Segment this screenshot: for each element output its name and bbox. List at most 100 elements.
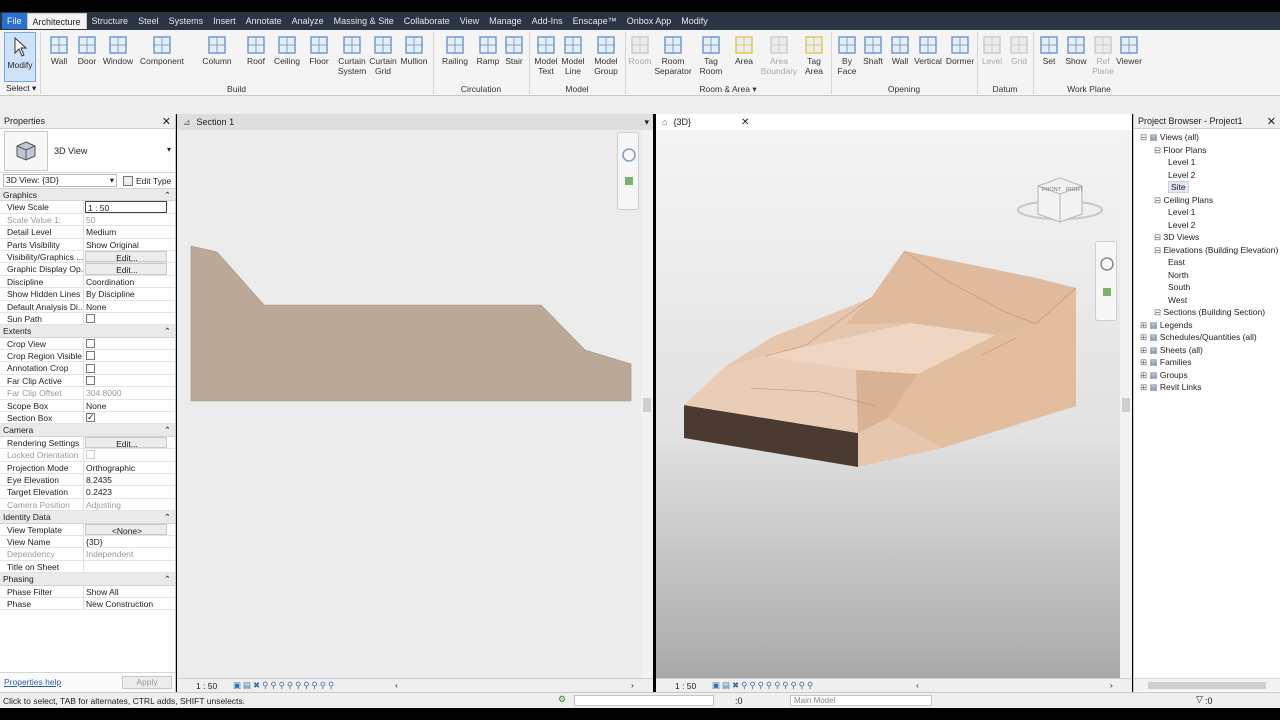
browser-item[interactable]: ⊟ Ceiling Plans <box>1154 195 1213 206</box>
browser-item[interactable]: Level 1 <box>1168 157 1195 167</box>
3d-view[interactable]: ⌂ {3D} ✕ FRONT RIGHT 1: 50 ▣▤✖⚲⚲⚲⚲⚲⚲⚲⚲⚲… <box>656 114 1132 692</box>
property-value[interactable]: Edit... <box>85 436 167 449</box>
component-button[interactable]: Component <box>140 32 184 80</box>
property-value[interactable]: 1 : 50 <box>85 201 167 213</box>
type-selector[interactable]: 3D View ▾ <box>0 129 175 173</box>
close-icon[interactable]: ✕ <box>1267 115 1276 128</box>
view-instance-select[interactable]: 3D View: {3D} ▾ <box>3 174 117 187</box>
browser-item[interactable]: Level 2 <box>1168 170 1195 180</box>
tab-modify[interactable]: Modify <box>676 13 713 29</box>
property-value[interactable]: Edit... <box>85 250 167 263</box>
property-value[interactable]: Show Original <box>84 239 175 250</box>
door-button[interactable]: Door <box>72 32 102 80</box>
room-separator-button[interactable]: Room Separator <box>653 32 693 80</box>
modify-button[interactable]: Modify <box>4 32 36 82</box>
tag-room-button[interactable]: Tag Room <box>696 32 726 80</box>
property-value[interactable] <box>84 313 175 324</box>
tab-onbox-app[interactable]: Onbox App <box>622 13 677 29</box>
model-text-button[interactable]: Model Text <box>531 32 561 80</box>
property-value[interactable]: {3D} <box>84 536 175 547</box>
browser-item[interactable]: ⊞ ▦ Revit Links <box>1140 382 1201 393</box>
tab-annotate[interactable]: Annotate <box>241 13 287 29</box>
view-scale[interactable]: 1 : 50 <box>196 681 217 691</box>
tab-structure[interactable]: Structure <box>87 13 134 29</box>
navigation-bar[interactable] <box>1095 241 1117 321</box>
vertical-scrollbar[interactable] <box>1120 130 1132 678</box>
navigation-bar[interactable] <box>617 132 639 210</box>
tab-view[interactable]: View <box>455 13 484 29</box>
area-boundary-button[interactable]: Area Boundary <box>759 32 799 80</box>
filter-icon[interactable]: ▽ <box>1196 694 1203 705</box>
tab-insert[interactable]: Insert <box>208 13 241 29</box>
grid-button[interactable]: Grid <box>1004 32 1034 80</box>
view-cube-front[interactable]: FRONT <box>1042 187 1061 193</box>
property-value[interactable]: 0.2423 <box>84 486 175 497</box>
checkbox[interactable] <box>86 376 95 386</box>
property-value[interactable] <box>84 362 175 373</box>
worksets-icon[interactable]: ⚙ <box>558 694 566 705</box>
tab-architecture[interactable]: Architecture <box>26 13 87 29</box>
property-value[interactable] <box>84 350 175 361</box>
checkbox[interactable] <box>86 363 95 373</box>
property-value[interactable] <box>84 338 175 349</box>
tab-massing-site[interactable]: Massing & Site <box>329 13 399 29</box>
select-dropdown[interactable]: Select ▾ <box>6 83 36 94</box>
checkbox[interactable] <box>86 412 95 423</box>
tab-add-ins[interactable]: Add-Ins <box>527 13 568 29</box>
dormer-button[interactable]: Dormer <box>945 32 975 80</box>
property-value[interactable]: Orthographic <box>84 462 175 473</box>
vertical-button[interactable]: Vertical <box>908 32 948 80</box>
model-group-button[interactable]: Model Group <box>591 32 621 80</box>
scroll-right-icon[interactable]: › <box>631 680 634 690</box>
browser-item[interactable]: Level 1 <box>1168 207 1195 217</box>
horizontal-scrollbar[interactable] <box>1134 678 1280 691</box>
browser-item[interactable]: ⊟ Floor Plans <box>1154 145 1206 156</box>
tab-steel[interactable]: Steel <box>133 13 164 29</box>
3d-tab[interactable]: ⌂ {3D} ✕ <box>656 114 1132 130</box>
close-icon[interactable]: ✕ <box>741 117 749 128</box>
vertical-scrollbar[interactable] <box>641 130 653 678</box>
scroll-left-icon[interactable]: ‹ <box>395 680 398 690</box>
window-button[interactable]: Window <box>103 32 133 80</box>
group-extents[interactable]: Extents ⌃ <box>0 325 175 338</box>
show-button[interactable]: Show <box>1061 32 1091 80</box>
properties-help-link[interactable]: Properties help <box>4 677 61 687</box>
curtain-system-button[interactable]: Curtain System <box>337 32 367 80</box>
ceiling-button[interactable]: Ceiling <box>272 32 302 80</box>
collapse-icon[interactable]: ⌃ <box>164 189 171 200</box>
view-control-icons[interactable]: ▣▤✖⚲⚲⚲⚲⚲⚲⚲⚲⚲ <box>233 680 336 691</box>
property-value[interactable]: New Construction <box>84 598 175 609</box>
browser-item[interactable]: Level 2 <box>1168 220 1195 230</box>
browser-item[interactable]: Site <box>1168 181 1189 193</box>
column-button[interactable]: Column <box>202 32 232 80</box>
tab-menu-icon[interactable]: ▾ <box>644 117 649 128</box>
property-value[interactable]: None <box>84 400 175 411</box>
browser-item[interactable]: ⊞ ▦ Schedules/Quantities (all) <box>1140 332 1257 343</box>
tab-systems[interactable]: Systems <box>164 13 209 29</box>
floor-button[interactable]: Floor <box>304 32 334 80</box>
view-control-icons[interactable]: ▣▤✖⚲⚲⚲⚲⚲⚲⚲⚲⚲ <box>712 680 815 691</box>
tab-collaborate[interactable]: Collaborate <box>399 13 455 29</box>
scroll-left-icon[interactable]: ‹ <box>916 680 919 690</box>
workset-select[interactable] <box>574 695 714 706</box>
collapse-icon[interactable]: ⌃ <box>164 573 171 584</box>
property-value[interactable] <box>84 561 175 572</box>
room-button[interactable]: Room <box>625 32 655 80</box>
property-value[interactable]: By Discipline <box>84 288 175 299</box>
checkbox[interactable] <box>86 338 95 348</box>
section-view[interactable]: ⊿ Section 1 ▾ 1 : 50 ▣▤✖⚲⚲⚲⚲⚲⚲⚲⚲⚲ ‹ › <box>177 114 653 692</box>
tab-enscape-[interactable]: Enscape™ <box>568 13 622 29</box>
close-icon[interactable]: ✕ <box>162 115 171 128</box>
browser-item[interactable]: ⊞ ▦ Groups <box>1140 370 1188 381</box>
wall-button[interactable]: Wall <box>44 32 74 80</box>
browser-item[interactable]: ⊞ ▦ Legends <box>1140 320 1193 331</box>
browser-item[interactable]: North <box>1168 270 1189 280</box>
scroll-right-icon[interactable]: › <box>1110 680 1113 690</box>
property-value[interactable]: 8.2435 <box>84 474 175 485</box>
collapse-icon[interactable]: ⌃ <box>164 424 171 435</box>
group-graphics[interactable]: Graphics ⌃ <box>0 189 175 202</box>
property-value[interactable] <box>84 412 175 423</box>
tab-analyze[interactable]: Analyze <box>287 13 329 29</box>
view-cube-right[interactable]: RIGHT <box>1066 187 1083 193</box>
checkbox[interactable] <box>86 314 95 324</box>
